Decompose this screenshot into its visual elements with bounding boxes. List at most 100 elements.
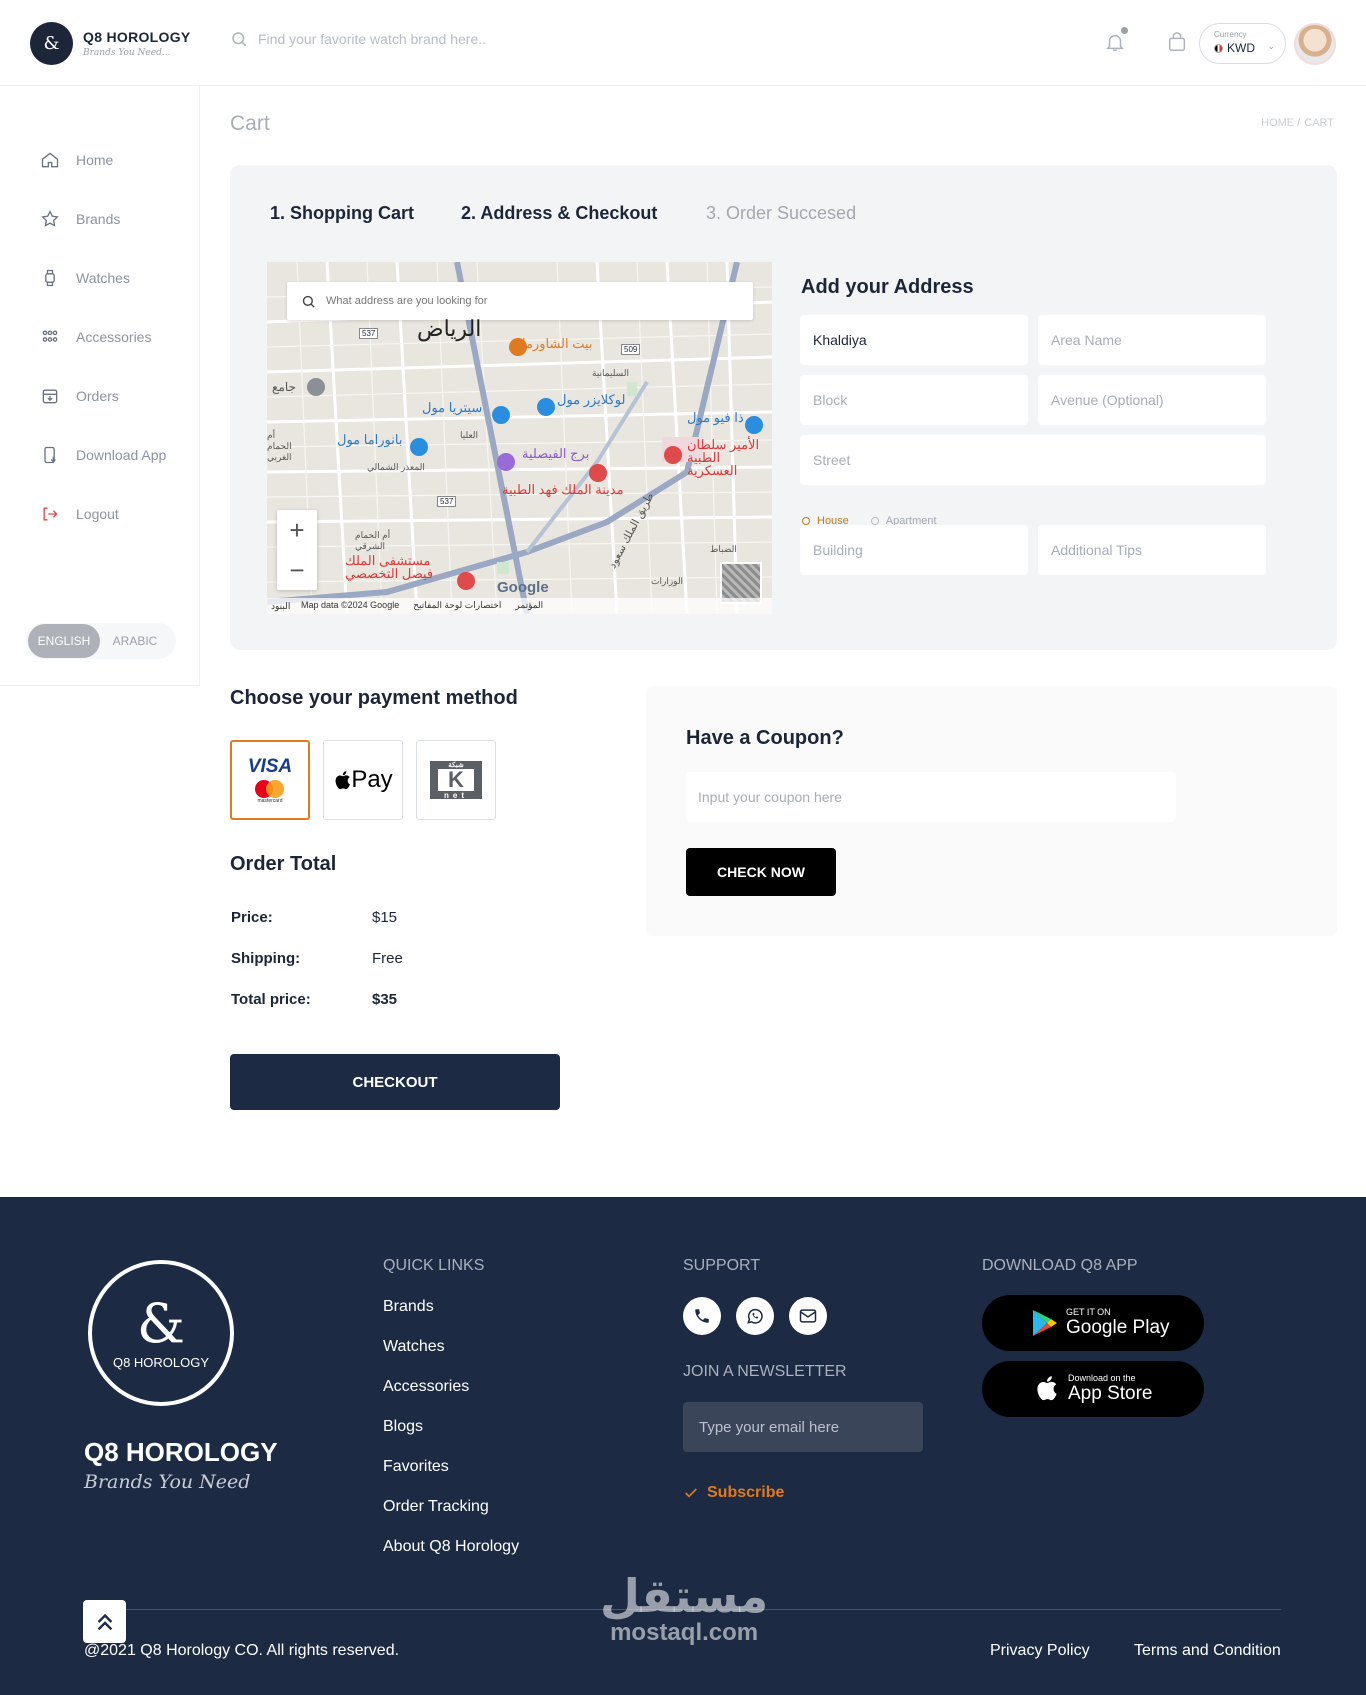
additional-tips-field[interactable] [1038, 525, 1266, 575]
footer-link-order-tracking[interactable]: Order Tracking [383, 1498, 489, 1516]
area-field[interactable] [800, 315, 1028, 365]
grid-dots-icon [42, 330, 58, 342]
sidebar-item-orders[interactable]: Orders [40, 386, 119, 406]
area-name-field[interactable] [1038, 315, 1266, 365]
step-order-succeeded: 3. Order Succesed [706, 203, 857, 223]
subscribe-button[interactable]: Subscribe [683, 1484, 784, 1502]
map-pin-icon[interactable] [492, 406, 510, 424]
coupon-title: Have a Coupon? [686, 727, 844, 749]
star-icon [41, 209, 59, 227]
address-map[interactable]: الرياض بيت الشاورما لوكلايزر مول سيتريا … [267, 262, 772, 614]
map-pin-icon[interactable] [410, 438, 428, 456]
step-shopping-cart[interactable]: 1. Shopping Cart [270, 203, 414, 224]
sidebar: Home Brands Watches Accessories Orders D… [0, 86, 200, 686]
scroll-to-top-button[interactable] [83, 1600, 126, 1643]
newsletter-email-input[interactable] [683, 1402, 923, 1452]
map-place-label: مدينة الملك فهد الطبية [502, 482, 624, 497]
map-terms-link[interactable]: البنود [271, 601, 290, 612]
block-field[interactable] [800, 375, 1028, 425]
check-coupon-button[interactable]: CHECK NOW [686, 848, 836, 896]
hospital-pin-icon[interactable] [457, 572, 475, 590]
brand-logo[interactable]: & Q8 HOROLOGY Brands You Need... [30, 22, 191, 65]
app-store-button[interactable]: Download on the App Store [982, 1361, 1204, 1417]
search-input[interactable] [258, 31, 558, 47]
terms-link[interactable]: Terms and Condition [1134, 1642, 1281, 1660]
email-button[interactable] [789, 1297, 827, 1335]
footer-link-favorites[interactable]: Favorites [383, 1458, 449, 1476]
phone-button[interactable] [683, 1297, 721, 1335]
sidebar-item-download-app[interactable]: Download App [40, 445, 166, 465]
lang-arabic-button[interactable]: ARABIC [100, 624, 170, 658]
coupon-input[interactable] [686, 772, 1176, 822]
payment-knet-option[interactable]: شبكة K net [416, 740, 496, 820]
currency-value: KWD [1227, 41, 1255, 55]
order-total-title: Order Total [230, 853, 337, 875]
map-place-label: المعذر الشمالي [367, 462, 425, 472]
whatsapp-button[interactable] [736, 1297, 774, 1335]
watch-icon [45, 269, 55, 287]
map-place-label: مستشفى الملك فيصل التخصصي [345, 553, 434, 581]
mosque-pin-icon[interactable] [307, 378, 325, 396]
phone-download-icon [44, 446, 56, 464]
map-report-link[interactable]: المؤتمر [515, 600, 543, 614]
currency-selector[interactable]: Currency KWD ⌄ [1199, 23, 1286, 64]
payment-visa-option[interactable]: VISA mastercard [230, 740, 310, 820]
map-shortcuts-link[interactable]: اختصارات لوحة المفاتيح [413, 600, 501, 614]
breadcrumb: HOME / CART [1261, 117, 1334, 129]
lang-english-button[interactable]: ENGLISH [28, 624, 100, 658]
knet-net-text: net [444, 790, 468, 800]
payment-title: Choose your payment method [230, 687, 518, 709]
sidebar-item-label: Watches [76, 270, 130, 286]
sidebar-item-accessories[interactable]: Accessories [40, 327, 151, 347]
checkout-button[interactable]: CHECKOUT [230, 1054, 560, 1110]
zoom-in-button[interactable]: + [277, 510, 317, 550]
google-play-small-text: GET IT ON [1066, 1307, 1111, 1317]
footer-link-blogs[interactable]: Blogs [383, 1418, 423, 1436]
building-field[interactable] [800, 525, 1028, 575]
search-icon [232, 32, 247, 47]
cart-button[interactable] [1166, 30, 1188, 59]
map-pin-icon[interactable] [497, 453, 515, 471]
price-label: Price: [231, 909, 273, 926]
map-city-label: الرياض [417, 316, 482, 341]
sidebar-item-watches[interactable]: Watches [40, 268, 130, 288]
step-address-checkout[interactable]: 2. Address & Checkout [461, 203, 657, 224]
sidebar-item-logout[interactable]: Logout [40, 504, 119, 524]
shipping-label: Shipping: [231, 950, 301, 967]
map-road-badge: 537 [437, 496, 457, 507]
google-play-button[interactable]: GET IT ON Google Play [982, 1295, 1204, 1351]
avenue-field[interactable] [1038, 375, 1266, 425]
map-place-label: الوزارات [651, 576, 684, 586]
map-search-input[interactable] [326, 295, 726, 307]
breadcrumb-home[interactable]: HOME / [1261, 117, 1300, 129]
map-place-label: بيت الشاورما [522, 336, 593, 351]
hospital-pin-icon[interactable] [664, 446, 682, 464]
privacy-policy-link[interactable]: Privacy Policy [990, 1642, 1090, 1660]
street-field[interactable] [800, 435, 1266, 485]
map-pin-icon[interactable] [745, 416, 763, 434]
payment-applepay-option[interactable]: Pay [323, 740, 403, 820]
footer-link-accessories[interactable]: Accessories [383, 1378, 469, 1396]
subscribe-label: Subscribe [707, 1484, 785, 1501]
user-avatar[interactable] [1294, 23, 1336, 65]
sidebar-item-brands[interactable]: Brands [40, 209, 120, 229]
footer-link-watches[interactable]: Watches [383, 1338, 445, 1356]
zoom-out-button[interactable]: − [277, 550, 317, 590]
address-title: Add your Address [801, 276, 974, 298]
currency-label: Currency [1214, 30, 1247, 39]
app-store-small-text: Download on the [1068, 1373, 1136, 1383]
visa-logo: VISA [247, 756, 293, 777]
notifications-button[interactable] [1104, 27, 1128, 59]
watermark-url: mostaql.com [610, 1619, 759, 1646]
sidebar-item-label: Logout [76, 506, 119, 522]
brand-name: Q8 HOROLOGY [83, 29, 191, 45]
footer-link-about[interactable]: About Q8 Horology [383, 1538, 519, 1556]
map-pin-icon[interactable] [537, 398, 555, 416]
hospital-pin-icon[interactable] [589, 464, 607, 482]
footer-logo-text: Q8 HOROLOGY [112, 1354, 210, 1370]
whatsapp-icon [747, 1308, 763, 1324]
footer-link-brands[interactable]: Brands [383, 1298, 434, 1316]
map-place-label: برج الفيصلية [522, 446, 590, 461]
map-pin-icon[interactable] [509, 338, 527, 356]
sidebar-item-home[interactable]: Home [40, 150, 113, 170]
